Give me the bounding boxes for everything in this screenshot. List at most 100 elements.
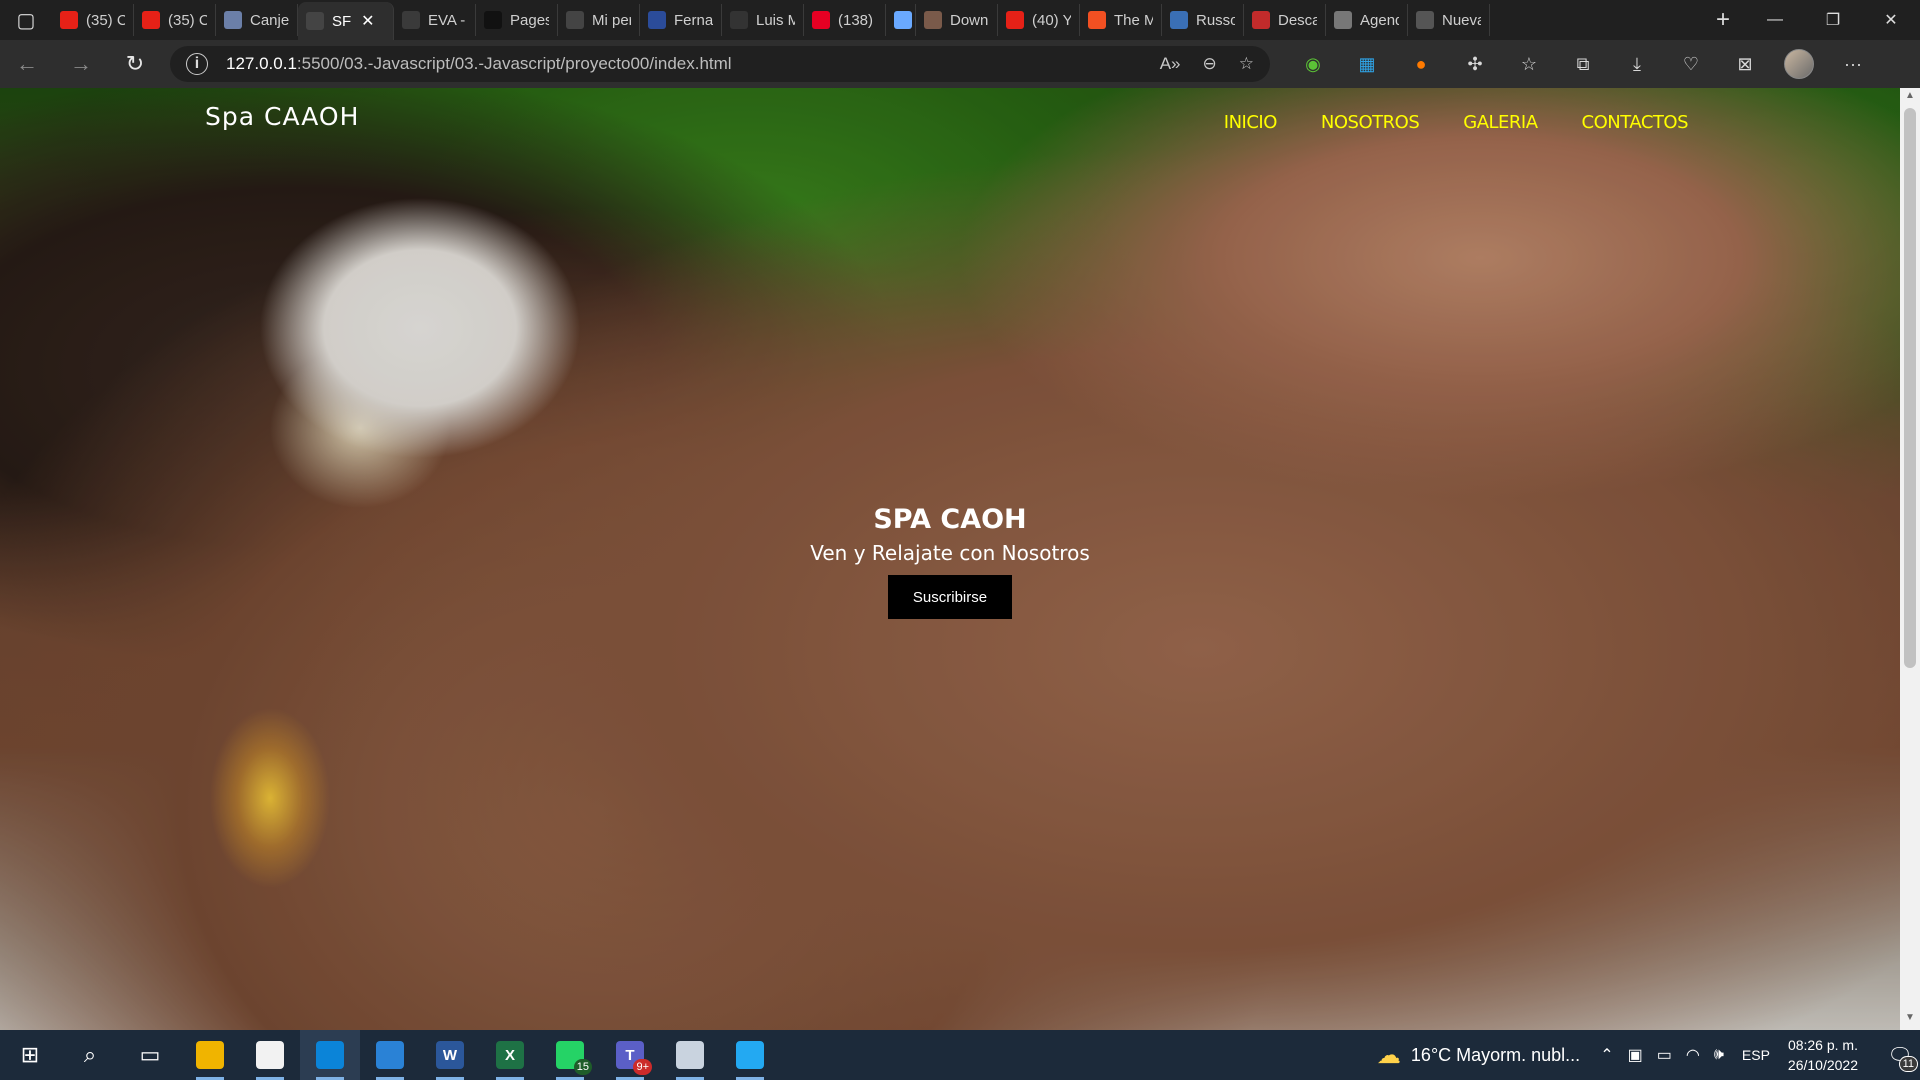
site-info-icon[interactable]: i [186,53,208,75]
scroll-up-icon[interactable]: ▲ [1900,90,1920,106]
browser-tab[interactable]: SF ✕ [298,2,394,40]
extension-fire-icon[interactable]: ● [1394,40,1448,88]
wifi-icon[interactable]: ◠ [1686,1045,1700,1065]
profile-avatar[interactable] [1772,40,1826,88]
hero-title: SPA CAOH [873,504,1027,535]
browser-tab[interactable]: (138) P [804,4,886,36]
browser-tab[interactable] [886,4,916,36]
page-icon [566,11,584,29]
subscribe-button[interactable]: Suscribirse [888,575,1012,619]
browser-tab[interactable]: Nueva [1408,4,1490,36]
browser-tab[interactable]: Pages [476,4,558,36]
task-view-icon[interactable]: ▭ [120,1030,180,1080]
shield-icon [224,11,242,29]
youtube-icon [142,11,160,29]
browser-tab[interactable]: Russo [1162,4,1244,36]
youtube-icon [60,11,78,29]
address-bar[interactable]: i 127.0.0.1:5500/03.-Javascript/03.-Java… [170,46,1270,82]
github-icon [484,11,502,29]
nav-link-contactos[interactable]: CONTACTOS [1582,112,1689,133]
tab-title: Fernan [674,11,713,29]
browser-tab[interactable]: (35) Cr [134,4,216,36]
hero-content: SPA CAOH Ven y Relajate con Nosotros Sus… [0,504,1900,619]
scroll-down-icon[interactable]: ▼ [1900,1012,1920,1028]
close-tab-icon[interactable]: ✕ [361,11,374,31]
tab-actions-icon[interactable]: ▢ [0,0,52,40]
language-indicator[interactable]: ESP [1742,1047,1770,1063]
minimize-icon[interactable]: — [1746,0,1804,40]
taskbar-edge-button[interactable] [300,1030,360,1080]
math-solver-icon[interactable]: ⊠ [1718,40,1772,88]
browser-tab[interactable]: Descar [1244,4,1326,36]
mail-icon [376,1041,404,1069]
browser-tab[interactable]: (40) Yo [998,4,1080,36]
extensions-icon[interactable]: ✣ [1448,40,1502,88]
zoom-out-icon[interactable]: ⊖ [1203,54,1217,74]
tab-title: Mi per [592,11,631,29]
close-window-icon[interactable]: ✕ [1862,0,1920,40]
read-aloud-icon[interactable]: A» [1160,54,1181,74]
taskbar-word-button[interactable]: W [420,1030,480,1080]
new-tab-button[interactable]: + [1700,0,1746,40]
extension-colorful-icon[interactable]: ◉ [1286,40,1340,88]
tab-strip: ▢ (35) Cu (35) Cr Canje c SF ✕ EVA - (Pages Mi… [0,0,1920,40]
nav-link-galeria[interactable]: GALERIA [1463,112,1538,133]
refresh-icon[interactable]: ↻ [108,40,162,88]
russo-icon [1170,11,1188,29]
tab-title: Agend [1360,11,1399,29]
tab-list: (35) Cu (35) Cr Canje c SF ✕ EVA - (Pages Mi p… [52,0,1700,40]
more-icon[interactable]: ··· [1826,40,1880,88]
taskbar-excel-button[interactable]: X [480,1030,540,1080]
browser-tab[interactable]: (35) Cu [52,4,134,36]
nav-link-inicio[interactable]: INICIO [1224,112,1278,133]
url-host: 127.0.0.1 [226,54,297,73]
taskbar-virtualbox-button[interactable] [660,1030,720,1080]
taskbar-vscode-button[interactable] [720,1030,780,1080]
clock[interactable]: 08:26 p. m. 26/10/2022 [1788,1035,1858,1075]
downloads-icon[interactable]: ⤓ [1610,40,1664,88]
add-favorite-icon[interactable]: ☆ [1239,54,1254,74]
taskbar-file-explorer-button[interactable] [180,1030,240,1080]
browser-tab[interactable]: The M [1080,4,1162,36]
phone-icon [894,11,912,29]
windows-start-icon[interactable]: ⊞ [0,1030,60,1080]
weather-widget[interactable]: ☁ 16°C Mayorm. nubl... [1377,1041,1580,1070]
browser-tab[interactable]: Canje c [216,4,298,36]
excel-icon-letter: X [504,1046,515,1064]
browser-tab[interactable]: Downl [916,4,998,36]
volume-icon[interactable]: 🕪 [1714,1046,1724,1064]
collections-icon[interactable]: ⧉ [1556,40,1610,88]
nav-link-nosotros[interactable]: NOSOTROS [1321,112,1420,133]
forward-icon[interactable]: → [54,40,108,88]
browser-tab[interactable]: Mi per [558,4,640,36]
favorites-icon[interactable]: ☆ [1502,40,1556,88]
restore-icon[interactable]: ❐ [1804,0,1862,40]
taskbar-teams-button[interactable]: T 9+ [600,1030,660,1080]
taskbar: ⊞ ⌕ ▭ W X 15 T 9+ ☁ 16°C Mayorm. nubl... ⌃ ▣… [0,1030,1920,1080]
search-icon[interactable]: ⌕ [60,1030,120,1080]
browser-essentials-icon[interactable]: ♡ [1664,40,1718,88]
url-text[interactable]: 127.0.0.1:5500/03.-Javascript/03.-Javasc… [226,54,1138,74]
taskbar-whatsapp-button[interactable]: 15 [540,1030,600,1080]
battery-icon[interactable]: ▭ [1657,1045,1672,1065]
browser-tab[interactable]: EVA - ( [394,4,476,36]
scrollbar-thumb[interactable] [1904,108,1916,668]
whatsapp-icon: 15 [556,1041,592,1075]
weather-text: 16°C Mayorm. nubl... [1410,1044,1581,1065]
eva-icon [402,11,420,29]
meet-now-icon[interactable]: ▣ [1628,1045,1643,1065]
browser-tab[interactable]: Fernan [640,4,722,36]
extension-calculator-icon[interactable]: ▦ [1340,40,1394,88]
site-logo[interactable]: Spa CAAOH [205,102,359,131]
browser-tab[interactable]: Luis M [722,4,804,36]
newtab-icon [1416,11,1434,29]
back-icon[interactable]: ← [0,40,54,88]
browser-tab[interactable]: Agend [1326,4,1408,36]
edge-icon [316,1041,344,1069]
notification-center-icon[interactable]: 🗨 11 [1880,1030,1920,1080]
page-scrollbar[interactable]: ▲ ▼ [1900,88,1920,1030]
teams-icon: T 9+ [616,1041,652,1075]
show-hidden-icons-icon[interactable]: ⌃ [1600,1045,1613,1065]
taskbar-microsoft-store-button[interactable] [240,1030,300,1080]
taskbar-mail-button[interactable] [360,1030,420,1080]
